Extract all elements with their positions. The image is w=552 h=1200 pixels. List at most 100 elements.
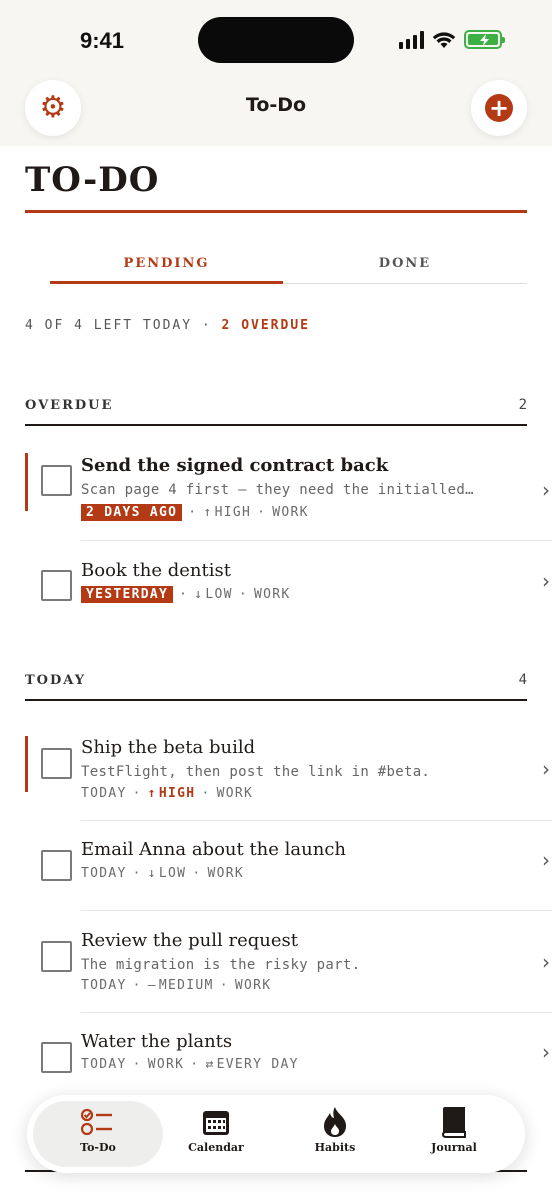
section-header-overdue: OVERDUE 2: [25, 397, 527, 413]
task-meta: TODAY · ↓ LOW · WORK: [81, 866, 244, 881]
task-row[interactable]: Water the plants TODAY · WORK · ⇄ EVERY …: [0, 1027, 552, 1087]
section-label: TODAY: [25, 673, 86, 688]
task-title: Email Anna about the launch: [81, 839, 346, 860]
chevron-right-icon: ›: [542, 950, 550, 974]
dynamic-island: [198, 17, 354, 63]
task-title: Review the pull request: [81, 930, 298, 951]
priority-label: LOW: [205, 587, 233, 602]
status-time: 9:41: [80, 28, 125, 53]
tab-done[interactable]: DONE: [283, 256, 527, 271]
tab-habits[interactable]: Habits: [280, 1105, 390, 1154]
repeat-icon: ⇄: [205, 1057, 215, 1072]
checklist-icon: [81, 1108, 112, 1136]
tab-label: To-Do: [80, 1141, 116, 1154]
task-checkbox[interactable]: [41, 465, 72, 496]
due-label: TODAY: [81, 786, 127, 801]
chevron-right-icon: ›: [542, 569, 550, 593]
status-bar: 9:41: [0, 0, 552, 80]
tab-label: Habits: [314, 1141, 356, 1154]
task-note: The migration is the risky part.: [81, 957, 361, 973]
calendar-icon: [203, 1111, 229, 1135]
project-label: WORK: [234, 978, 272, 993]
task-meta: TODAY · ↑ HIGH · WORK: [81, 786, 254, 801]
tab-bar: To-Do Calendar Habits Journal: [27, 1095, 525, 1173]
tab-pending[interactable]: PENDING: [50, 256, 283, 271]
nav-title: To-Do: [245, 94, 307, 116]
summary-left: 4 OF 4 LEFT TODAY: [25, 318, 193, 333]
task-meta: 2 DAYS AGO · ↑ HIGH · WORK: [81, 504, 309, 521]
tab-label: Journal: [431, 1141, 477, 1154]
dash-icon: —: [147, 978, 157, 993]
flame-icon: [324, 1107, 346, 1137]
project-label: WORK: [147, 1057, 185, 1072]
section-header-today: TODAY 4: [25, 672, 527, 688]
task-checkbox[interactable]: [41, 570, 72, 601]
due-label: TODAY: [81, 866, 127, 881]
signal-icon: [399, 30, 424, 49]
navigation-bar: ⚙ To-Do +: [0, 80, 552, 146]
title-divider: [25, 210, 527, 213]
chevron-right-icon: ›: [542, 848, 550, 872]
project-label: WORK: [272, 505, 309, 520]
row-divider: [81, 540, 552, 541]
task-row[interactable]: Email Anna about the launch TODAY · ↓ LO…: [0, 835, 552, 910]
arrow-up-icon: ↑: [147, 786, 157, 801]
status-icons: [399, 30, 505, 49]
priority-label: HIGH: [214, 505, 252, 520]
task-meta: YESTERDAY · ↓ LOW · WORK: [81, 586, 290, 603]
summary-separator: ·: [201, 318, 212, 333]
due-label: TODAY: [81, 1057, 127, 1072]
tab-active-indicator: [50, 281, 283, 284]
due-label: TODAY: [81, 978, 127, 993]
section-label: OVERDUE: [25, 398, 114, 413]
overdue-badge: YESTERDAY: [81, 586, 174, 603]
task-checkbox[interactable]: [41, 850, 72, 881]
arrow-up-icon: ↑: [203, 505, 213, 520]
tab-calendar[interactable]: Calendar: [161, 1105, 271, 1154]
project-label: WORK: [216, 786, 254, 801]
summary-overdue: 2 OVERDUE: [221, 318, 310, 333]
tab-label: Calendar: [188, 1141, 244, 1154]
task-checkbox[interactable]: [41, 748, 72, 779]
task-note: TestFlight, then post the link in #beta.: [81, 764, 431, 780]
task-meta: TODAY · — MEDIUM · WORK: [81, 978, 272, 993]
page-title: TO-DO: [25, 160, 160, 200]
task-row[interactable]: Book the dentist YESTERDAY · ↓ LOW · WOR…: [0, 555, 552, 625]
chevron-right-icon: ›: [542, 1040, 550, 1064]
task-note: Scan page 4 first — they need the initia…: [81, 482, 474, 498]
section-divider: [25, 424, 527, 426]
section-divider: [25, 699, 527, 701]
priority-label: MEDIUM: [158, 978, 214, 993]
book-icon: [441, 1107, 466, 1138]
tab-todo[interactable]: To-Do: [43, 1105, 153, 1154]
overdue-badge: 2 DAYS AGO: [81, 504, 183, 521]
chevron-right-icon: ›: [542, 757, 550, 781]
tab-journal[interactable]: Journal: [399, 1105, 509, 1154]
task-checkbox[interactable]: [41, 1042, 72, 1073]
task-title: Book the dentist: [81, 560, 231, 581]
priority-accent: [25, 453, 28, 511]
arrow-down-icon: ↓: [194, 587, 204, 602]
row-divider: [81, 820, 552, 821]
summary-line: 4 OF 4 LEFT TODAY · 2 OVERDUE: [25, 318, 310, 333]
tab-divider: [283, 283, 527, 284]
row-divider: [81, 1012, 552, 1013]
section-count: 4: [518, 672, 527, 688]
task-row[interactable]: Send the signed contract back Scan page …: [0, 450, 552, 540]
task-row[interactable]: Review the pull request The migration is…: [0, 926, 552, 1011]
task-row[interactable]: Ship the beta build TestFlight, then pos…: [0, 733, 552, 818]
chevron-right-icon: ›: [542, 478, 550, 502]
repeat-label: EVERY DAY: [216, 1057, 299, 1072]
priority-label: LOW: [158, 866, 187, 881]
battery-icon: [464, 30, 505, 49]
row-divider: [81, 910, 552, 911]
wifi-icon: [432, 31, 456, 48]
task-checkbox[interactable]: [41, 941, 72, 972]
project-label: WORK: [207, 866, 244, 881]
task-meta: TODAY · WORK · ⇄ EVERY DAY: [81, 1057, 299, 1072]
section-count: 2: [518, 397, 527, 413]
task-title: Send the signed contract back: [81, 455, 389, 476]
priority-label: HIGH: [158, 786, 196, 801]
arrow-down-icon: ↓: [147, 866, 157, 881]
add-task-button[interactable]: +: [471, 80, 527, 136]
